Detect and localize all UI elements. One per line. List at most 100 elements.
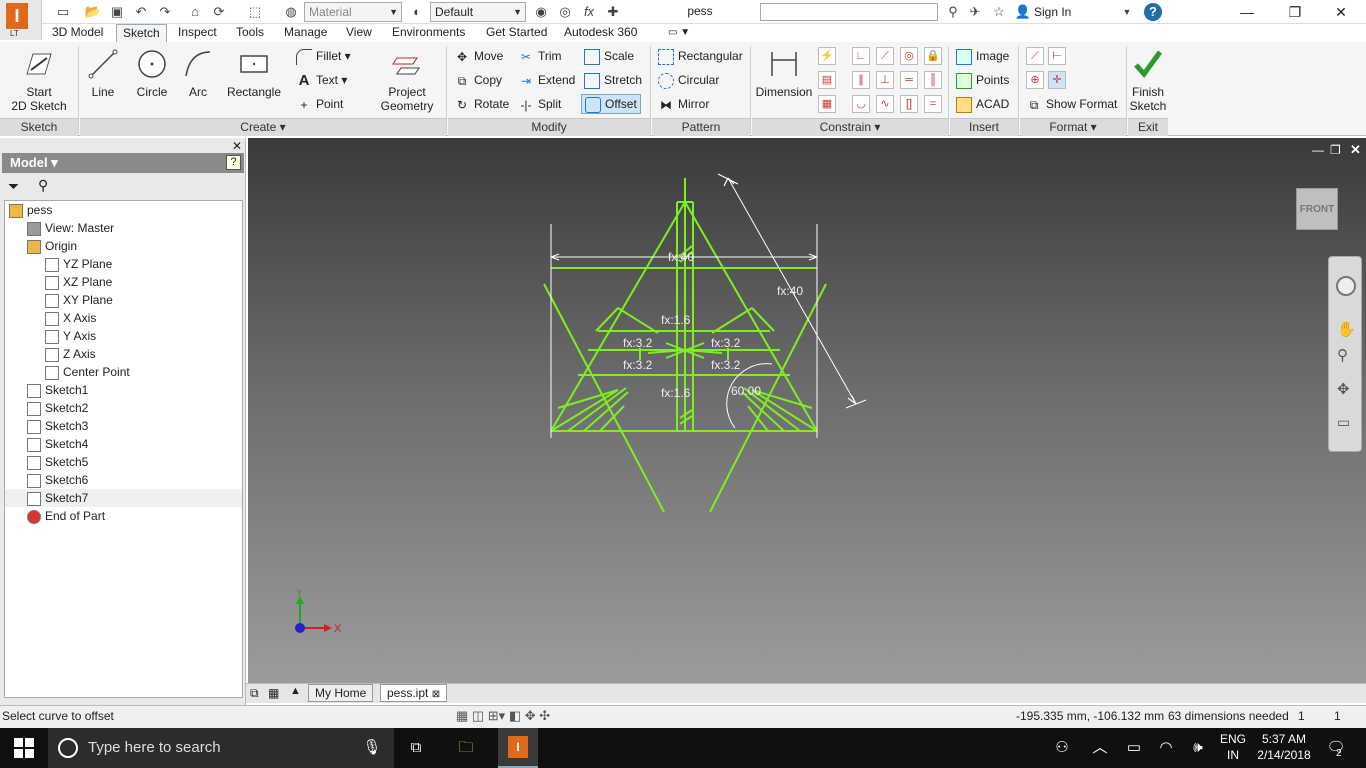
ribbon-options-icon[interactable]: ▭ ▼ xyxy=(662,24,696,42)
help-search-input[interactable] xyxy=(760,3,938,21)
stretch-button[interactable]: Stretch xyxy=(584,70,642,90)
cascade-icon[interactable]: ⧉ xyxy=(250,686,259,701)
browser-node[interactable]: View: Master xyxy=(5,219,242,237)
people-icon[interactable]: ⚇ xyxy=(1050,736,1074,760)
language-indicator[interactable]: ENG IN xyxy=(1220,731,1246,763)
windows-start-icon[interactable] xyxy=(14,738,34,758)
tab-pess-ipt[interactable]: pess.ipt ⊠ xyxy=(380,684,448,702)
dim-left-lower[interactable]: fx:3.2 xyxy=(623,358,653,372)
scale-button[interactable]: Scale xyxy=(584,46,634,66)
constrain-panel-title[interactable]: Constrain ▾ xyxy=(752,118,948,136)
appearance-dropdown[interactable]: Default ▼ xyxy=(430,2,526,22)
offset-button[interactable]: Offset xyxy=(581,94,641,114)
browser-node[interactable]: YZ Plane xyxy=(5,255,242,273)
clock[interactable]: 5:37 AM 2/14/2018 xyxy=(1254,731,1314,763)
home-icon[interactable]: ⌂ xyxy=(186,3,204,21)
browser-node[interactable]: pess xyxy=(5,201,242,219)
browser-node[interactable]: Sketch4 xyxy=(5,435,242,453)
dim-bar-width-top[interactable]: fx:1.6 xyxy=(661,313,691,327)
points-button[interactable]: Points xyxy=(956,70,1009,90)
browser-node[interactable]: XZ Plane xyxy=(5,273,242,291)
save-icon[interactable]: ▣ xyxy=(108,3,126,21)
dim-angle[interactable]: 60.00 xyxy=(731,384,761,398)
microphone-icon[interactable]: 🎙 xyxy=(360,736,384,760)
volume-icon[interactable]: 🕪 xyxy=(1186,736,1210,760)
browser-node[interactable]: Z Axis xyxy=(5,345,242,363)
show-format-button[interactable]: ⧉ Show Format xyxy=(1026,94,1118,114)
browser-node[interactable]: Sketch7 xyxy=(5,489,242,507)
file-explorer-icon[interactable]: 🗀 xyxy=(454,736,478,760)
dim-left-upper[interactable]: fx:3.2 xyxy=(623,336,653,350)
browser-node[interactable]: Origin xyxy=(5,237,242,255)
text-button[interactable]: A Text ▾ xyxy=(296,70,348,90)
material-dropdown[interactable]: Material ▼ xyxy=(304,2,402,22)
constraint-settings-icon[interactable]: ▦ xyxy=(818,95,836,113)
sketch-geometry[interactable] xyxy=(543,178,827,513)
copy-button[interactable]: ⧉ Copy xyxy=(454,70,502,90)
update-icon[interactable]: ⟳ xyxy=(210,3,228,21)
clear-icon[interactable]: ◎ xyxy=(556,3,574,21)
driven-dimension-icon[interactable]: ⊢ xyxy=(1048,47,1066,65)
show-constraints-icon[interactable]: ▤ xyxy=(818,71,836,89)
binoculars-icon[interactable]: ⚲ xyxy=(944,3,962,21)
rectangle-button[interactable]: Rectangle xyxy=(224,48,284,99)
dimension-button[interactable]: Dimension xyxy=(754,48,814,99)
browser-node[interactable]: End of Part xyxy=(5,507,242,525)
browser-node[interactable]: Center Point xyxy=(5,363,242,381)
dim-bar-width-bottom[interactable]: fx:1.6 xyxy=(661,386,691,400)
tile-icon[interactable]: ▦ xyxy=(268,686,279,700)
image-button[interactable]: Image xyxy=(956,46,1009,66)
collinear-icon[interactable]: ⟋ xyxy=(876,47,894,65)
browser-node[interactable]: Sketch6 xyxy=(5,471,242,489)
filter-icon[interactable]: ⏷ xyxy=(8,178,19,195)
move-button[interactable]: ✥ Move xyxy=(454,46,503,66)
sketch-line[interactable] xyxy=(747,405,769,432)
tab-get-started[interactable]: Get Started xyxy=(480,24,553,42)
auto-dimension-icon[interactable]: ⚡ xyxy=(818,47,836,65)
restore-button[interactable]: ❐ xyxy=(1272,0,1318,24)
tangent-icon[interactable]: ◡ xyxy=(852,95,870,113)
chevron-down-icon[interactable]: ▼ xyxy=(1118,3,1136,21)
vertical-icon[interactable]: ║ xyxy=(924,71,942,89)
construction-icon[interactable]: ⟋ xyxy=(1026,47,1044,65)
browser-node[interactable]: Sketch3 xyxy=(5,417,242,435)
taskbar-search[interactable]: Type here to search xyxy=(48,728,394,768)
sketch-line[interactable] xyxy=(617,307,659,334)
tab-inspect[interactable]: Inspect xyxy=(172,24,223,42)
browser-node[interactable]: Sketch2 xyxy=(5,399,242,417)
browser-help-icon[interactable]: ? xyxy=(226,155,241,170)
smooth-icon[interactable]: ∿ xyxy=(876,95,894,113)
arc-button[interactable]: Arc xyxy=(180,48,216,99)
close-button[interactable]: ✕ xyxy=(1318,0,1364,24)
point-button[interactable]: + Point xyxy=(296,94,343,114)
browser-header[interactable]: Model ▾ xyxy=(2,153,244,173)
battery-icon[interactable]: ▭ xyxy=(1122,736,1146,760)
tab-3d-model[interactable]: 3D Model xyxy=(46,24,109,42)
finish-sketch-button[interactable]: Finish Sketch xyxy=(1128,48,1168,113)
browser-node[interactable]: Sketch5 xyxy=(5,453,242,471)
tab-tools[interactable]: Tools xyxy=(230,24,270,42)
undo-icon[interactable]: ↶ xyxy=(132,3,150,21)
star-icon[interactable]: ☆ xyxy=(990,3,1008,21)
concentric-icon[interactable]: ◎ xyxy=(900,47,918,65)
dim-slant-length[interactable]: fx:40 xyxy=(777,284,803,298)
crosshair-icon[interactable]: ✚ xyxy=(604,3,622,21)
select-icon[interactable]: ⬚ xyxy=(246,3,264,21)
circular-pattern-button[interactable]: Circular xyxy=(658,70,719,90)
wifi-icon[interactable]: ◠ xyxy=(1154,736,1178,760)
horizontal-icon[interactable]: ═ xyxy=(900,71,918,89)
format-panel-title[interactable]: Format ▾ xyxy=(1020,118,1126,136)
app-menu-button[interactable]: I LT xyxy=(0,0,42,40)
inventor-taskbar-icon[interactable]: I xyxy=(498,728,538,768)
sketch-line[interactable] xyxy=(595,307,619,332)
browser-close-icon[interactable]: ✕ xyxy=(232,139,242,153)
document-list-icon[interactable]: ▲ xyxy=(290,685,301,697)
circle-button[interactable]: Circle xyxy=(132,48,172,99)
fillet-button[interactable]: Fillet ▾ xyxy=(296,46,351,66)
tab-manage[interactable]: Manage xyxy=(278,24,333,42)
rotate-button[interactable]: ↻ Rotate xyxy=(454,94,509,114)
rectangular-pattern-button[interactable]: Rectangular xyxy=(658,46,743,66)
sketch-line[interactable] xyxy=(711,307,753,334)
sketch-line[interactable] xyxy=(751,307,775,332)
satellite-icon[interactable]: ✈ xyxy=(966,3,984,21)
